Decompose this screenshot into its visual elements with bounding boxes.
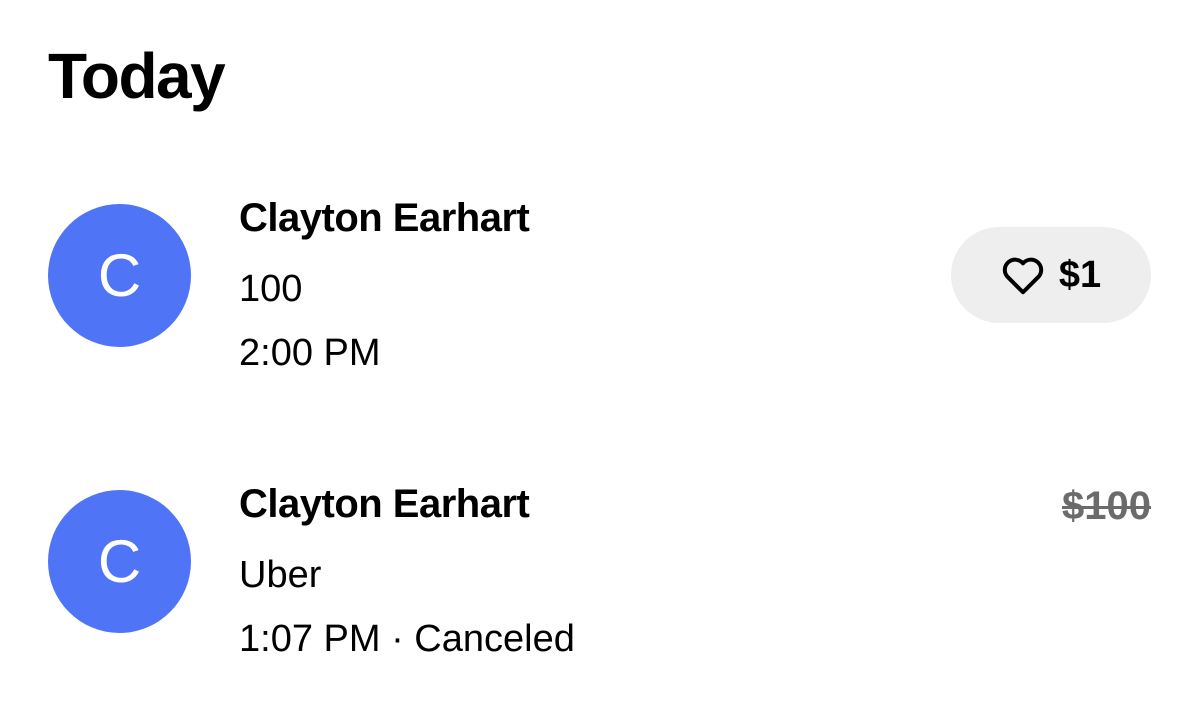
transaction-description: 100 bbox=[239, 268, 303, 310]
avatar: C bbox=[48, 490, 191, 633]
avatar-letter: C bbox=[97, 528, 142, 595]
transaction-description: Uber bbox=[239, 554, 322, 596]
transaction-time-status: 1:07 PM · Canceled bbox=[239, 618, 575, 660]
section-title-today: Today bbox=[48, 40, 226, 112]
transaction-details: Clayton Earhart 100 2:00 PM bbox=[239, 190, 530, 376]
transaction-row[interactable]: C Clayton Earhart 100 2:00 PM $1 bbox=[0, 190, 1199, 374]
avatar-letter: C bbox=[97, 242, 142, 309]
avatar: C bbox=[48, 204, 191, 347]
transaction-details: Clayton Earhart Uber 1:07 PM · Canceled bbox=[239, 476, 575, 662]
heart-icon bbox=[1001, 255, 1045, 295]
transaction-row[interactable]: C Clayton Earhart Uber 1:07 PM · Cancele… bbox=[0, 476, 1199, 660]
canceled-amount: $100 bbox=[1062, 484, 1151, 528]
tip-button[interactable]: $1 bbox=[951, 227, 1151, 323]
tip-amount: $1 bbox=[1058, 253, 1102, 296]
contact-name: Clayton Earhart bbox=[239, 482, 530, 526]
contact-name: Clayton Earhart bbox=[239, 196, 530, 240]
transaction-time: 2:00 PM bbox=[239, 332, 381, 374]
